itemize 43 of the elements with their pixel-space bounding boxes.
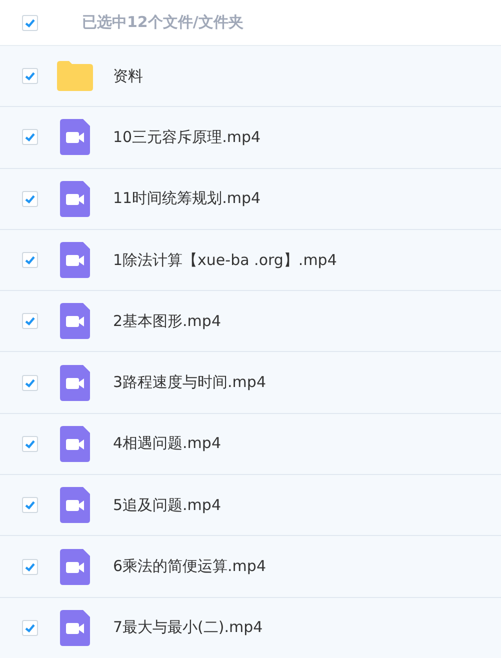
- file-name[interactable]: 1除法计算【xue-ba .org】.mp4: [113, 250, 337, 270]
- select-all-checkbox[interactable]: [22, 14, 38, 30]
- file-name[interactable]: 3路程速度与时间.mp4: [113, 373, 266, 392]
- file-name[interactable]: 5追及问题.mp4: [113, 496, 221, 515]
- checkmark-icon: [24, 70, 36, 82]
- video-file-icon: [60, 242, 90, 278]
- file-name[interactable]: 资料: [113, 66, 143, 86]
- checkmark-icon: [24, 622, 36, 634]
- checkmark-icon: [24, 560, 36, 573]
- checkmark-icon: [24, 499, 36, 512]
- checkmark-icon: [24, 376, 36, 389]
- file-checkbox[interactable]: [22, 558, 38, 575]
- file-checkbox[interactable]: [22, 190, 38, 207]
- video-file-icon: [60, 303, 90, 340]
- file-checkbox[interactable]: [22, 252, 38, 268]
- folder-icon: [57, 61, 93, 92]
- checkmark-icon: [24, 438, 36, 450]
- video-file-icon: [60, 548, 90, 585]
- file-checkbox[interactable]: [22, 620, 38, 636]
- video-file-icon: [60, 364, 90, 401]
- file-checkbox[interactable]: [22, 68, 38, 84]
- video-file-icon: [60, 119, 90, 156]
- checkmark-icon: [24, 131, 36, 144]
- video-file-icon: [60, 610, 90, 646]
- file-name[interactable]: 11时间统筹规划.mp4: [113, 189, 261, 208]
- file-checkbox[interactable]: [22, 129, 38, 146]
- file-checkbox[interactable]: [22, 497, 38, 514]
- file-checkbox[interactable]: [22, 313, 38, 330]
- checkmark-icon: [24, 192, 36, 205]
- file-name[interactable]: 2基本图形.mp4: [113, 312, 221, 331]
- file-checkbox[interactable]: [22, 374, 38, 391]
- video-file-icon: [60, 487, 90, 524]
- file-name[interactable]: 10三元容斥原理.mp4: [113, 128, 261, 147]
- checkmark-icon: [24, 254, 36, 266]
- file-name[interactable]: 7最大与最小(二).mp4: [113, 618, 263, 638]
- file-name[interactable]: 4相遇问题.mp4: [113, 434, 221, 454]
- video-file-icon: [60, 180, 90, 217]
- video-file-icon: [60, 426, 90, 462]
- file-checkbox[interactable]: [22, 436, 38, 452]
- selection-count: 已选中12个文件/文件夹: [82, 13, 244, 32]
- checkmark-icon: [24, 315, 36, 328]
- checkmark-icon: [24, 16, 36, 28]
- file-name[interactable]: 6乘法的简便运算.mp4: [113, 557, 266, 576]
